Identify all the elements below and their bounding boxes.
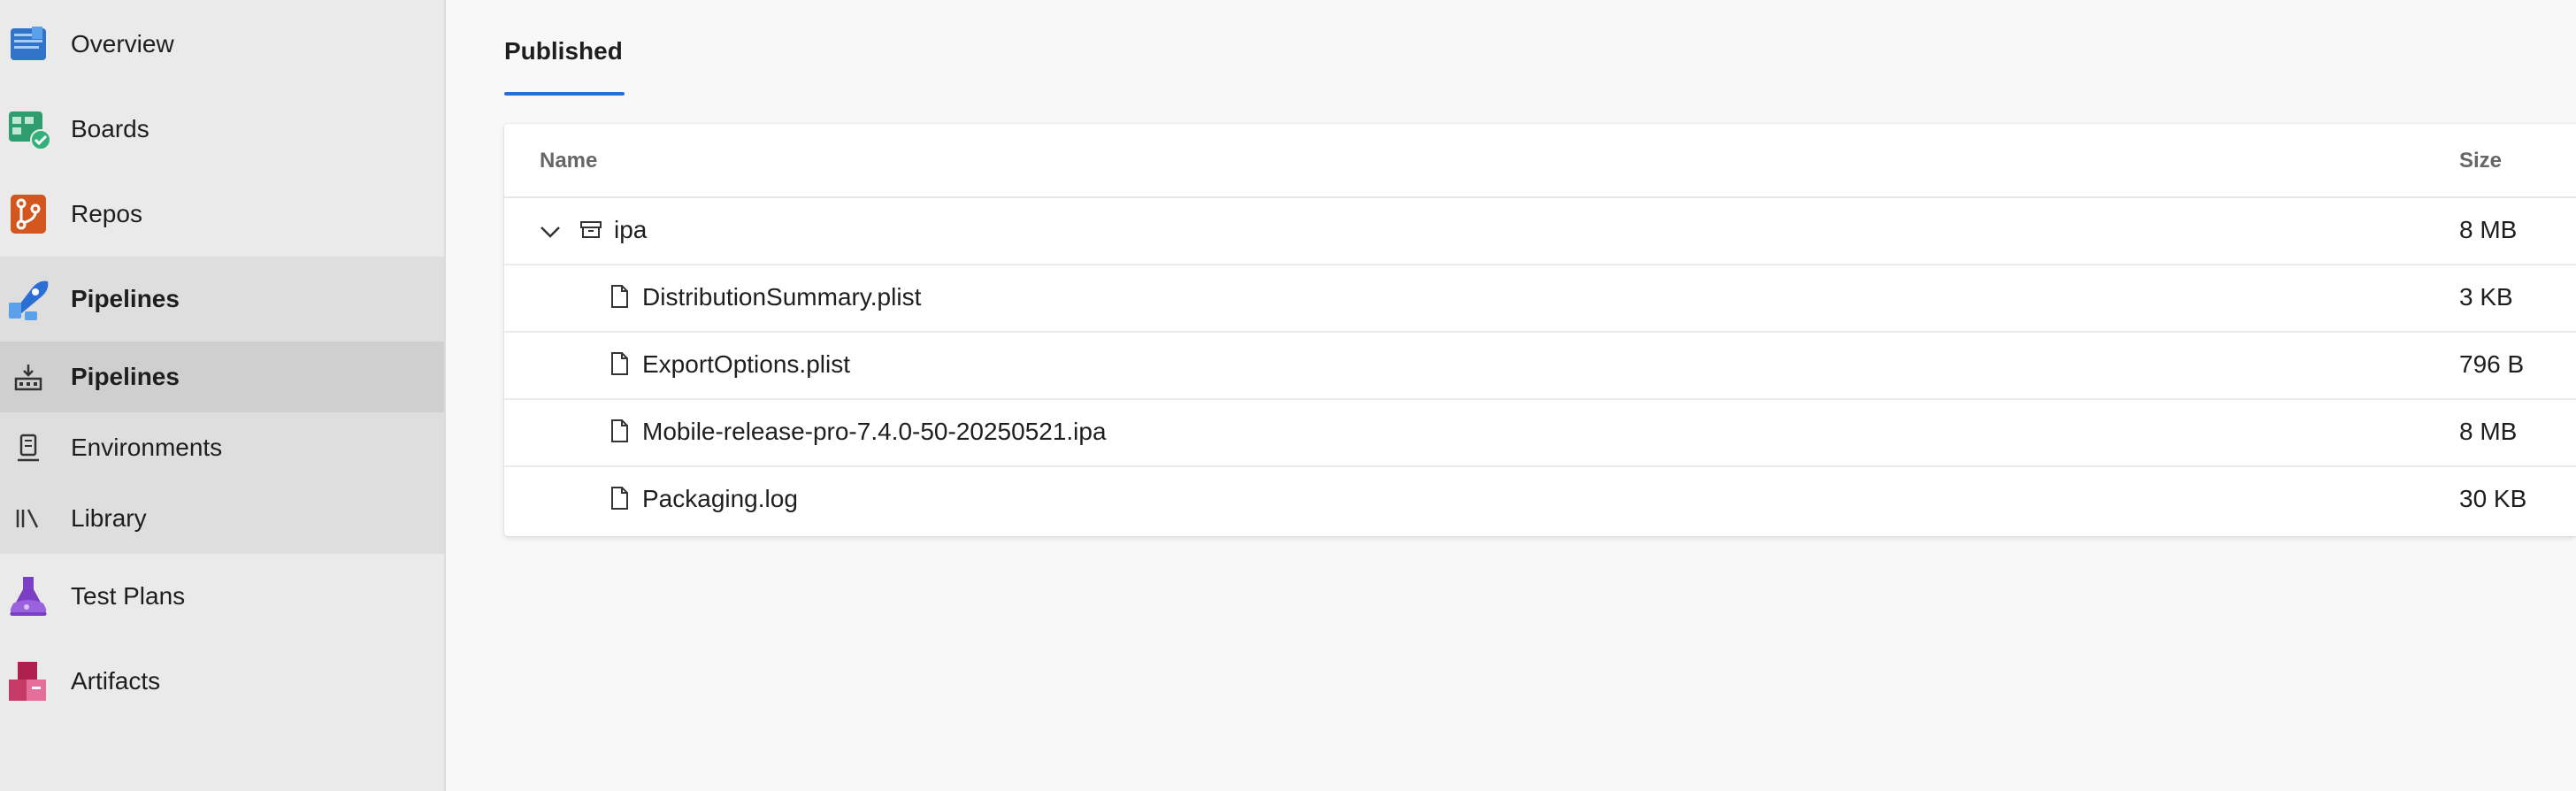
- row-size: 30 KB: [2459, 485, 2527, 512]
- row-name: Mobile-release-pro-7.4.0-50-20250521.ipa: [642, 418, 1107, 445]
- sidebar-subitem-pipelines[interactable]: Pipelines: [0, 354, 444, 400]
- table-header: Name Size: [504, 124, 2576, 198]
- boards-icon: [5, 106, 51, 152]
- test-plans-icon: [5, 573, 51, 619]
- file-icon: [609, 283, 630, 310]
- sidebar-item-test-plans[interactable]: Test Plans: [0, 572, 444, 621]
- chevron-down-icon[interactable]: [538, 219, 563, 244]
- pipelines-sub-icon: [12, 361, 44, 393]
- row-size: 3 KB: [2459, 283, 2513, 311]
- sidebar: Overview Boards Repos Pipelines Pipeline…: [0, 0, 446, 791]
- repos-icon: [5, 191, 51, 237]
- library-icon: [12, 503, 44, 534]
- sidebar-item-label: Boards: [71, 115, 150, 142]
- sidebar-item-pipelines[interactable]: Pipelines: [0, 274, 444, 324]
- sidebar-item-artifacts[interactable]: Artifacts: [0, 657, 444, 706]
- sidebar-item-repos[interactable]: Repos: [0, 189, 444, 239]
- row-name: Packaging.log: [642, 485, 798, 512]
- row-name: ipa: [614, 216, 648, 243]
- tab-active-indicator: [504, 92, 625, 96]
- archive-icon: [579, 218, 603, 242]
- sidebar-item-label: Environments: [71, 434, 223, 461]
- sidebar-item-overview[interactable]: Overview: [0, 19, 444, 69]
- sidebar-item-label: Test Plans: [71, 582, 186, 610]
- table-row[interactable]: Mobile-release-pro-7.4.0-50-20250521.ipa…: [504, 400, 2576, 467]
- row-size: 8 MB: [2459, 216, 2518, 243]
- sidebar-item-label: Artifacts: [71, 667, 161, 695]
- sidebar-item-label: Repos: [71, 200, 142, 227]
- table-row[interactable]: ExportOptions.plist 796 B: [504, 333, 2576, 400]
- sidebar-item-label: Overview: [71, 30, 174, 58]
- column-header-size[interactable]: Size: [2459, 149, 2502, 173]
- sidebar-item-label: Pipelines: [71, 285, 180, 312]
- row-size: 796 B: [2459, 350, 2525, 378]
- environments-icon: [12, 432, 44, 464]
- row-name: ExportOptions.plist: [642, 350, 850, 378]
- table-row[interactable]: Packaging.log 30 KB: [504, 467, 2576, 534]
- artifacts-table: Name Size ipa 8 MB DistributionSummary.p…: [504, 124, 2576, 536]
- artifacts-icon: [5, 658, 51, 704]
- overview-icon: [5, 21, 51, 67]
- sidebar-subitem-library[interactable]: Library: [0, 495, 444, 541]
- column-header-name[interactable]: Name: [540, 149, 597, 173]
- sidebar-subitem-environments[interactable]: Environments: [0, 425, 444, 471]
- row-name: DistributionSummary.plist: [642, 283, 922, 311]
- main-content: Published Name Size ipa 8 MB Distributio…: [446, 0, 2576, 791]
- table-row[interactable]: DistributionSummary.plist 3 KB: [504, 265, 2576, 333]
- sidebar-item-label: Library: [71, 504, 147, 532]
- pipelines-icon: [5, 276, 51, 322]
- sidebar-item-boards[interactable]: Boards: [0, 104, 444, 154]
- file-icon: [609, 350, 630, 377]
- tab-published[interactable]: Published: [504, 37, 623, 65]
- row-size: 8 MB: [2459, 418, 2518, 445]
- file-icon: [609, 485, 630, 511]
- sidebar-item-label: Pipelines: [71, 363, 180, 390]
- file-icon: [609, 418, 630, 444]
- table-row[interactable]: ipa 8 MB: [504, 198, 2576, 265]
